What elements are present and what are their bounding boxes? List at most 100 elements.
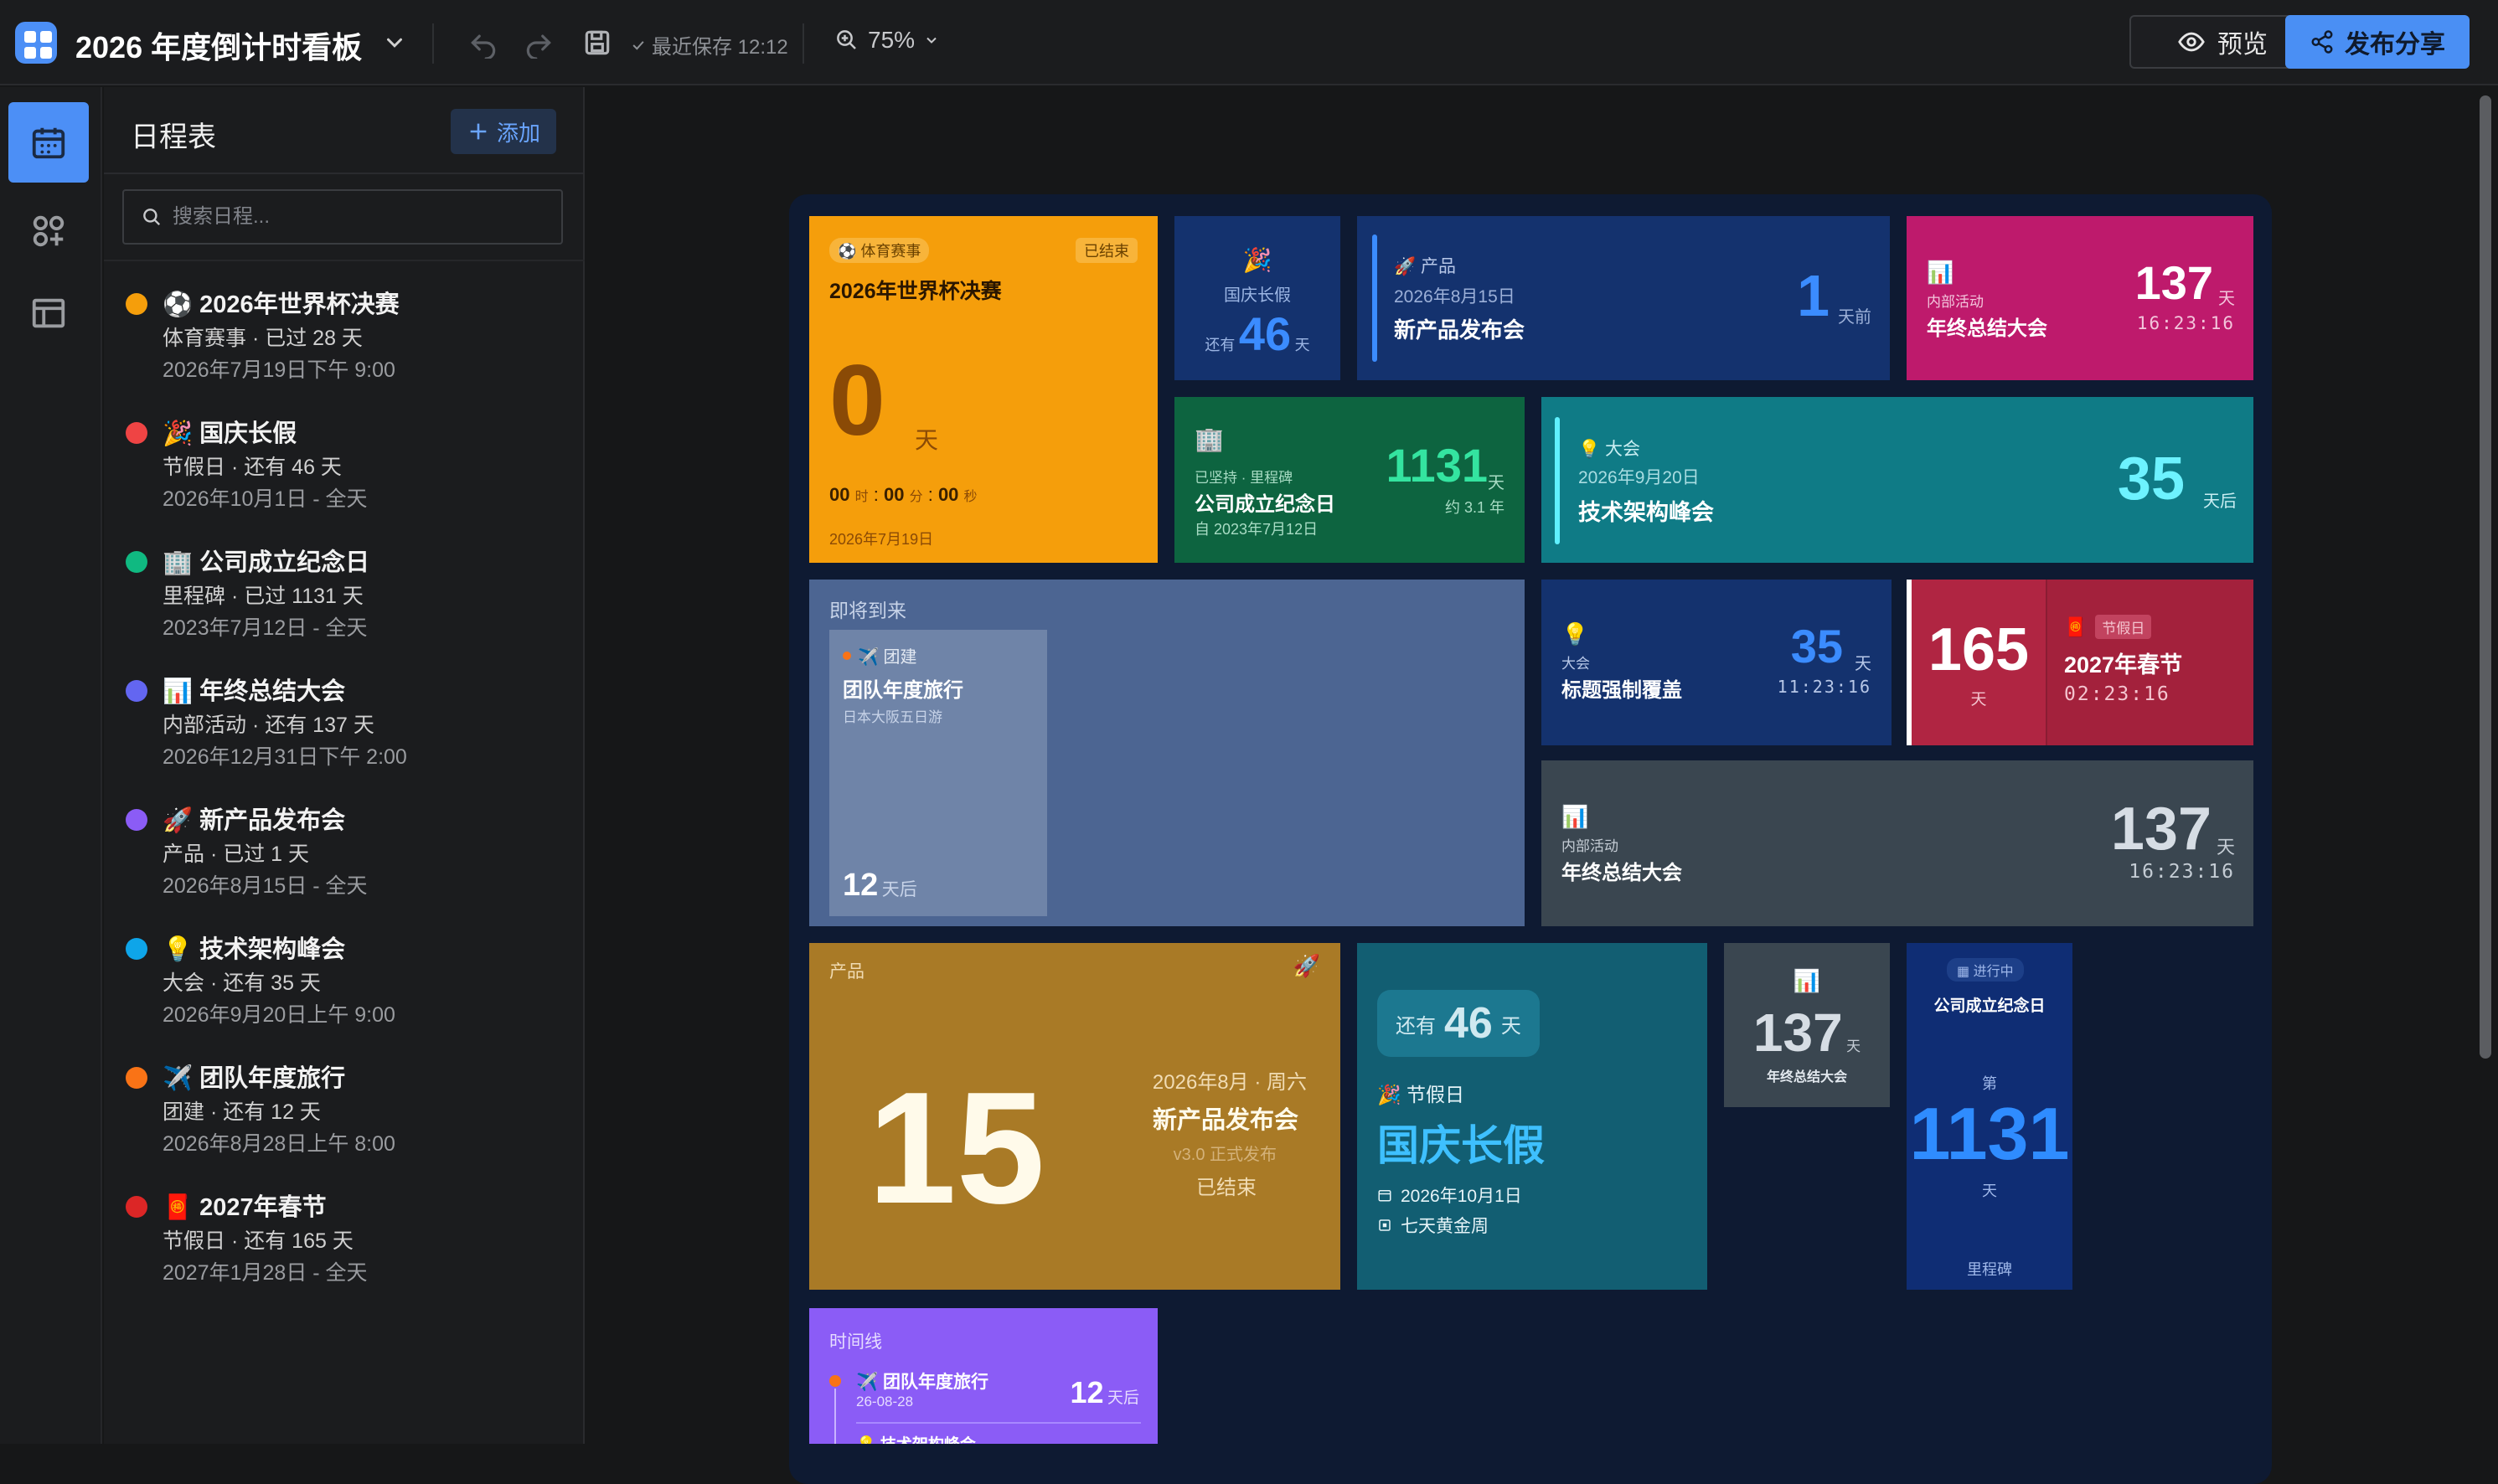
card-title: 年终总结大会 [1561, 862, 1682, 884]
share-icon [2311, 30, 2333, 54]
schedule-item[interactable]: ✈️ 团队年度旅行 团建 · 还有 12 天 2026年8月28日上午 8:00 [104, 1054, 585, 1183]
vertical-scrollbar[interactable] [2475, 87, 2498, 1444]
countdown-days: 12 [1070, 1375, 1104, 1409]
card-national-holiday-small[interactable]: 🎉 国庆长假 还有 46 天 [1174, 216, 1340, 380]
panel-title: 日程表 [131, 121, 216, 153]
countdown-time: 11:23:16 [1777, 677, 1871, 697]
color-dot [126, 809, 147, 831]
days-unit: 天 [1970, 691, 1987, 709]
schedule-date: 2026年12月31日下午 2:00 [163, 745, 407, 769]
color-dot [126, 938, 147, 960]
schedule-meta: 节假日 · 还有 46 天 [163, 456, 342, 479]
undo-icon[interactable] [467, 27, 499, 59]
app-logo-icon[interactable] [15, 22, 57, 64]
schedule-name: 🚀 新产品发布会 [163, 807, 346, 834]
scroll-thumb[interactable] [2480, 95, 2491, 1059]
color-dot [126, 293, 147, 315]
card-product-launch-wide[interactable]: 🚀 产品 2026年8月15日 新产品发布会 1 天前 [1357, 216, 1890, 380]
save-icon[interactable] [581, 27, 613, 59]
card-upcoming[interactable]: 即将到来 ✈️ 团建 团队年度旅行 日本大阪五日游 12 天后 [809, 580, 1525, 926]
schedule-item[interactable]: 🏢 公司成立纪念日 里程碑 · 已过 1131 天 2023年7月12日 - 全… [104, 538, 585, 667]
redo-icon[interactable] [523, 27, 555, 59]
card-national-holiday-teal[interactable]: 还有 46 天 🎉 节假日 国庆长假 2026年10月1日 七天黄金周 [1357, 943, 1707, 1290]
schedule-meta: 内部活动 · 还有 137 天 [163, 714, 374, 737]
card-title: 标题强制覆盖 [1561, 679, 1682, 702]
card-title: 2026年世界杯决赛 [829, 280, 1002, 303]
card-timeline[interactable]: 时间线 ✈️ 团队年度旅行 26-08-28 12 天后 💡 技术架构峰会 [809, 1308, 1158, 1444]
card-title-override[interactable]: 💡 大会 标题强制覆盖 35 天 11:23:16 [1541, 580, 1892, 745]
card-date: 2026年8月 · 周六 [1152, 1071, 1307, 1094]
prefix: 还有 [1396, 1014, 1436, 1038]
zoom-control[interactable]: 75% [834, 27, 940, 54]
card-spring-festival[interactable]: 165 天 🧧 节假日 2027年春节 02:23:16 [1907, 580, 2253, 745]
hours: 00 [829, 484, 850, 505]
days-unit: 天 [2216, 837, 2235, 858]
card-tech-summit-teal[interactable]: 💡 大会 2026年9月20日 技术架构峰会 35 天后 [1541, 397, 2253, 563]
rail-layout-button[interactable] [8, 273, 89, 353]
countdown-days: 137 [1752, 1002, 1843, 1063]
calendar-icon [32, 127, 65, 159]
rail-components-button[interactable] [8, 191, 89, 271]
card-date: 2026年7月19日 [829, 531, 934, 548]
card-year-end-mini[interactable]: 📊 137 天 年终总结大会 [1724, 943, 1890, 1107]
tag-row: 🧧 节假日 [2064, 615, 2152, 639]
days-unit: 天 [1488, 474, 1504, 492]
schedule-item[interactable]: 📊 年终总结大会 内部活动 · 还有 137 天 2026年12月31日下午 2… [104, 667, 585, 796]
schedule-item[interactable]: 🎉 国庆长假 节假日 · 还有 46 天 2026年10月1日 - 全天 [104, 409, 585, 538]
card-year-end-gray[interactable]: 📊 内部活动 年终总结大会 137 天 16:23:16 [1541, 760, 2253, 926]
calendar-icon [1378, 1190, 1391, 1202]
days-block: 165 天 [1912, 580, 2046, 745]
big-date: 15 [868, 1059, 1045, 1237]
party-icon: 🎉 [1242, 247, 1272, 273]
schedule-meta: 体育赛事 · 已过 28 天 [163, 327, 363, 350]
seconds-unit: 秒 [963, 490, 978, 504]
card-title: 国庆长假 [1377, 1122, 1545, 1169]
upcoming-item[interactable]: ✈️ 团建 团队年度旅行 日本大阪五日游 12 天后 [829, 630, 1047, 916]
card-company-anniversary-green[interactable]: 🏢 已坚持 · 里程碑 公司成立纪念日 自 2023年7月12日 1131 天 … [1174, 397, 1525, 563]
schedule-search[interactable] [122, 189, 563, 245]
color-dot [126, 1196, 147, 1218]
chevron-down-icon [926, 37, 937, 44]
days-unit: 天后 [881, 880, 917, 899]
hours-unit: 时 [854, 490, 869, 504]
color-dot [126, 680, 147, 702]
divider [803, 23, 804, 64]
card-since: 自 2023年7月12日 [1195, 521, 1319, 538]
publish-share-button[interactable]: 发布分享 [2285, 15, 2470, 69]
add-schedule-button[interactable]: 添加 [451, 109, 556, 154]
card-year-end-pink[interactable]: 📊 内部活动 年终总结大会 137 天 16:23:16 [1907, 216, 2253, 380]
chevron-down-icon[interactable] [382, 30, 407, 55]
board-title[interactable]: 2026 年度倒计时看板 [75, 23, 362, 67]
rocket-icon: 🚀 [1293, 953, 1320, 978]
accent-bar [1372, 234, 1377, 362]
divider [432, 23, 434, 64]
card-worldcup[interactable]: ⚽ 体育赛事 已结束 2026年世界杯决赛 0 天 00 时 : 00 分 : … [809, 216, 1158, 563]
preview-label: 预览 [2217, 31, 2268, 59]
countdown-time: 16:23:16 [2136, 313, 2235, 333]
schedule-meta: 节假日 · 还有 165 天 [163, 1229, 354, 1253]
schedule-item[interactable]: 🚀 新产品发布会 产品 · 已过 1 天 2026年8月15日 - 全天 [104, 796, 585, 925]
days-unit: 天前 [1838, 308, 1871, 327]
timeline-dot [829, 1375, 841, 1387]
rail-schedule-button[interactable] [8, 102, 89, 183]
card-title: 年终总结大会 [1927, 317, 2047, 340]
schedule-item[interactable]: 💡 技术架构峰会 大会 · 还有 35 天 2026年9月20日上午 9:00 [104, 925, 585, 1054]
schedule-meta: 大会 · 还有 35 天 [163, 971, 321, 995]
schedule-date: 2026年8月28日上午 8:00 [163, 1132, 395, 1156]
item-desc: 日本大阪五日游 [843, 709, 942, 725]
accent-bar [1555, 417, 1560, 544]
search-input[interactable] [173, 205, 541, 229]
badge-text: 进行中 [1973, 965, 2014, 979]
card-product-gold[interactable]: 产品 🚀 15 2026年8月 · 周六 新产品发布会 v3.0 正式发布 已结… [809, 943, 1340, 1290]
card-company-anniversary-tall[interactable]: ▦ 进行中 公司成立纪念日 第 1131 天 里程碑 [1907, 943, 2072, 1290]
check-icon [632, 40, 644, 50]
card-label: 国庆长假 [1224, 286, 1291, 305]
divider [104, 173, 585, 174]
card-tag: 内部活动 [1927, 294, 1984, 310]
schedule-item[interactable]: ⚽ 2026年世界杯决赛 体育赛事 · 已过 28 天 2026年7月19日下午… [104, 280, 585, 409]
top-bar: 2026 年度倒计时看板 最近保存 12:12 75% 预览 发布分享 [0, 0, 2498, 85]
schedule-item[interactable]: 🧧 2027年春节 节假日 · 还有 165 天 2027年1月28日 - 全天 [104, 1183, 585, 1311]
countdown-days: 1 [1797, 263, 1830, 328]
item-tag: ✈️ 团建 [843, 643, 916, 667]
card-title: 公司成立纪念日 [1933, 997, 2046, 1015]
